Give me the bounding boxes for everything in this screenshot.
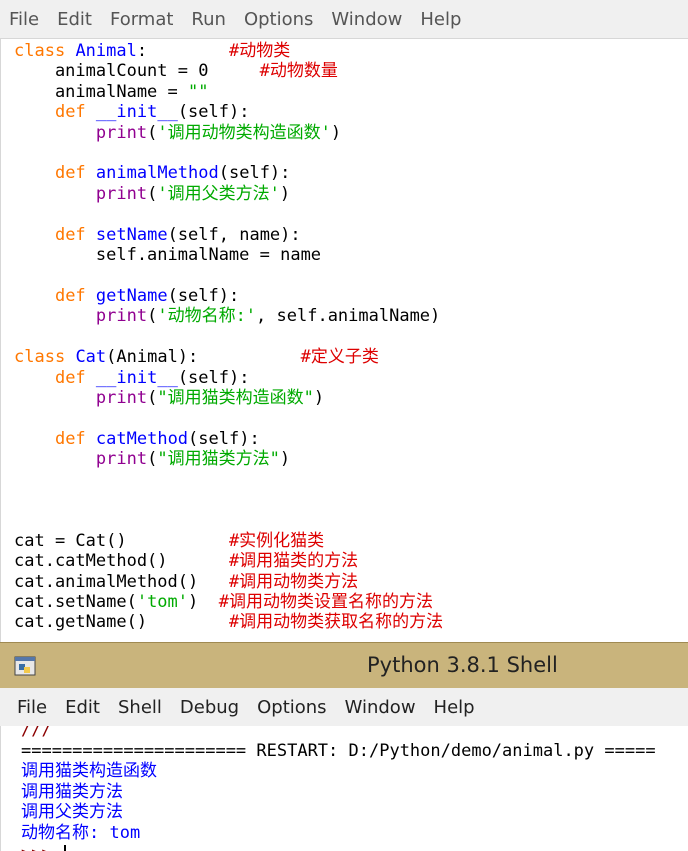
output-line: 调用猫类构造函数 [21, 761, 157, 782]
shell-menu-file[interactable]: File [14, 695, 50, 720]
menu-run[interactable]: Run [188, 7, 229, 32]
code-line: animalName = "" [14, 81, 209, 102]
code-line: print("调用猫类方法") [95, 449, 291, 470]
code-line: print("调用猫类构造函数") [95, 387, 325, 408]
shell-prompt: >>> [21, 844, 62, 851]
code-line: def __init__(self): [54, 102, 250, 123]
shell-menu-debug[interactable]: Debug [177, 695, 242, 720]
code-line: def getName(self): [54, 285, 240, 306]
shell-menu-help[interactable]: Help [431, 695, 478, 720]
shell-title-bar[interactable]: Python 3.8.1 Shell [0, 642, 688, 688]
code-line: class Cat(Animal): #定义子类 [14, 347, 379, 368]
menu-help[interactable]: Help [417, 7, 464, 32]
output-line: 调用父类方法 [21, 802, 123, 823]
output-line: 动物名称: tom [21, 822, 141, 843]
code-line: animalCount = 0 #动物数量 [14, 61, 338, 82]
menu-window[interactable]: Window [328, 7, 405, 32]
shell-menu-options[interactable]: Options [254, 695, 329, 720]
code-line: def setName(self, name): [54, 224, 301, 245]
shell-text: /// ====================== RESTART: D:/P… [21, 726, 656, 851]
code-text: class Animal: #动物类 animalCount = 0 #动物数量… [14, 41, 443, 633]
shell-window: Python 3.8.1 Shell File Edit Shell Debug… [0, 642, 688, 851]
restart-line: ====================== RESTART: D:/Pytho… [21, 740, 656, 761]
code-line: print('动物名称:', self.animalName) [95, 306, 441, 327]
editor-menubar: File Edit Format Run Options Window Help [0, 0, 688, 38]
code-line: print('调用动物类构造函数') [95, 122, 342, 143]
code-editor[interactable]: class Animal: #动物类 animalCount = 0 #动物数量… [0, 38, 688, 642]
menu-edit[interactable]: Edit [54, 7, 95, 32]
shell-title: Python 3.8.1 Shell [367, 653, 558, 677]
menu-format[interactable]: Format [107, 7, 176, 32]
shell-output[interactable]: /// ====================== RESTART: D:/P… [0, 726, 688, 851]
code-line: cat.setName('tom') #调用动物类设置名称的方法 [14, 591, 433, 612]
python-shell-icon [14, 656, 36, 676]
shell-menu-edit[interactable]: Edit [62, 695, 103, 720]
shell-menubar: File Edit Shell Debug Options Window Hel… [0, 688, 688, 726]
shell-partial-line: /// [21, 726, 52, 740]
menu-file[interactable]: File [6, 7, 42, 32]
code-line: class Animal: #动物类 [14, 41, 291, 61]
code-line: cat.getName() #调用动物类获取名称的方法 [14, 612, 444, 633]
code-line: print('调用父类方法') [95, 183, 291, 204]
code-line: def animalMethod(self): [54, 163, 291, 184]
code-line: cat.animalMethod() #调用动物类方法 [14, 571, 359, 592]
menu-options[interactable]: Options [241, 7, 316, 32]
code-line: self.animalName = name [14, 245, 322, 266]
editor-window: File Edit Format Run Options Window Help… [0, 0, 688, 642]
shell-menu-shell[interactable]: Shell [115, 695, 165, 720]
code-line: def __init__(self): [54, 367, 250, 388]
text-cursor[interactable] [63, 844, 66, 851]
output-line: 调用猫类方法 [21, 781, 123, 802]
code-line: def catMethod(self): [54, 428, 260, 449]
code-line: cat = Cat() #实例化猫类 [14, 530, 325, 551]
code-line: cat.catMethod() #调用猫类的方法 [14, 551, 359, 572]
shell-menu-window[interactable]: Window [342, 695, 419, 720]
